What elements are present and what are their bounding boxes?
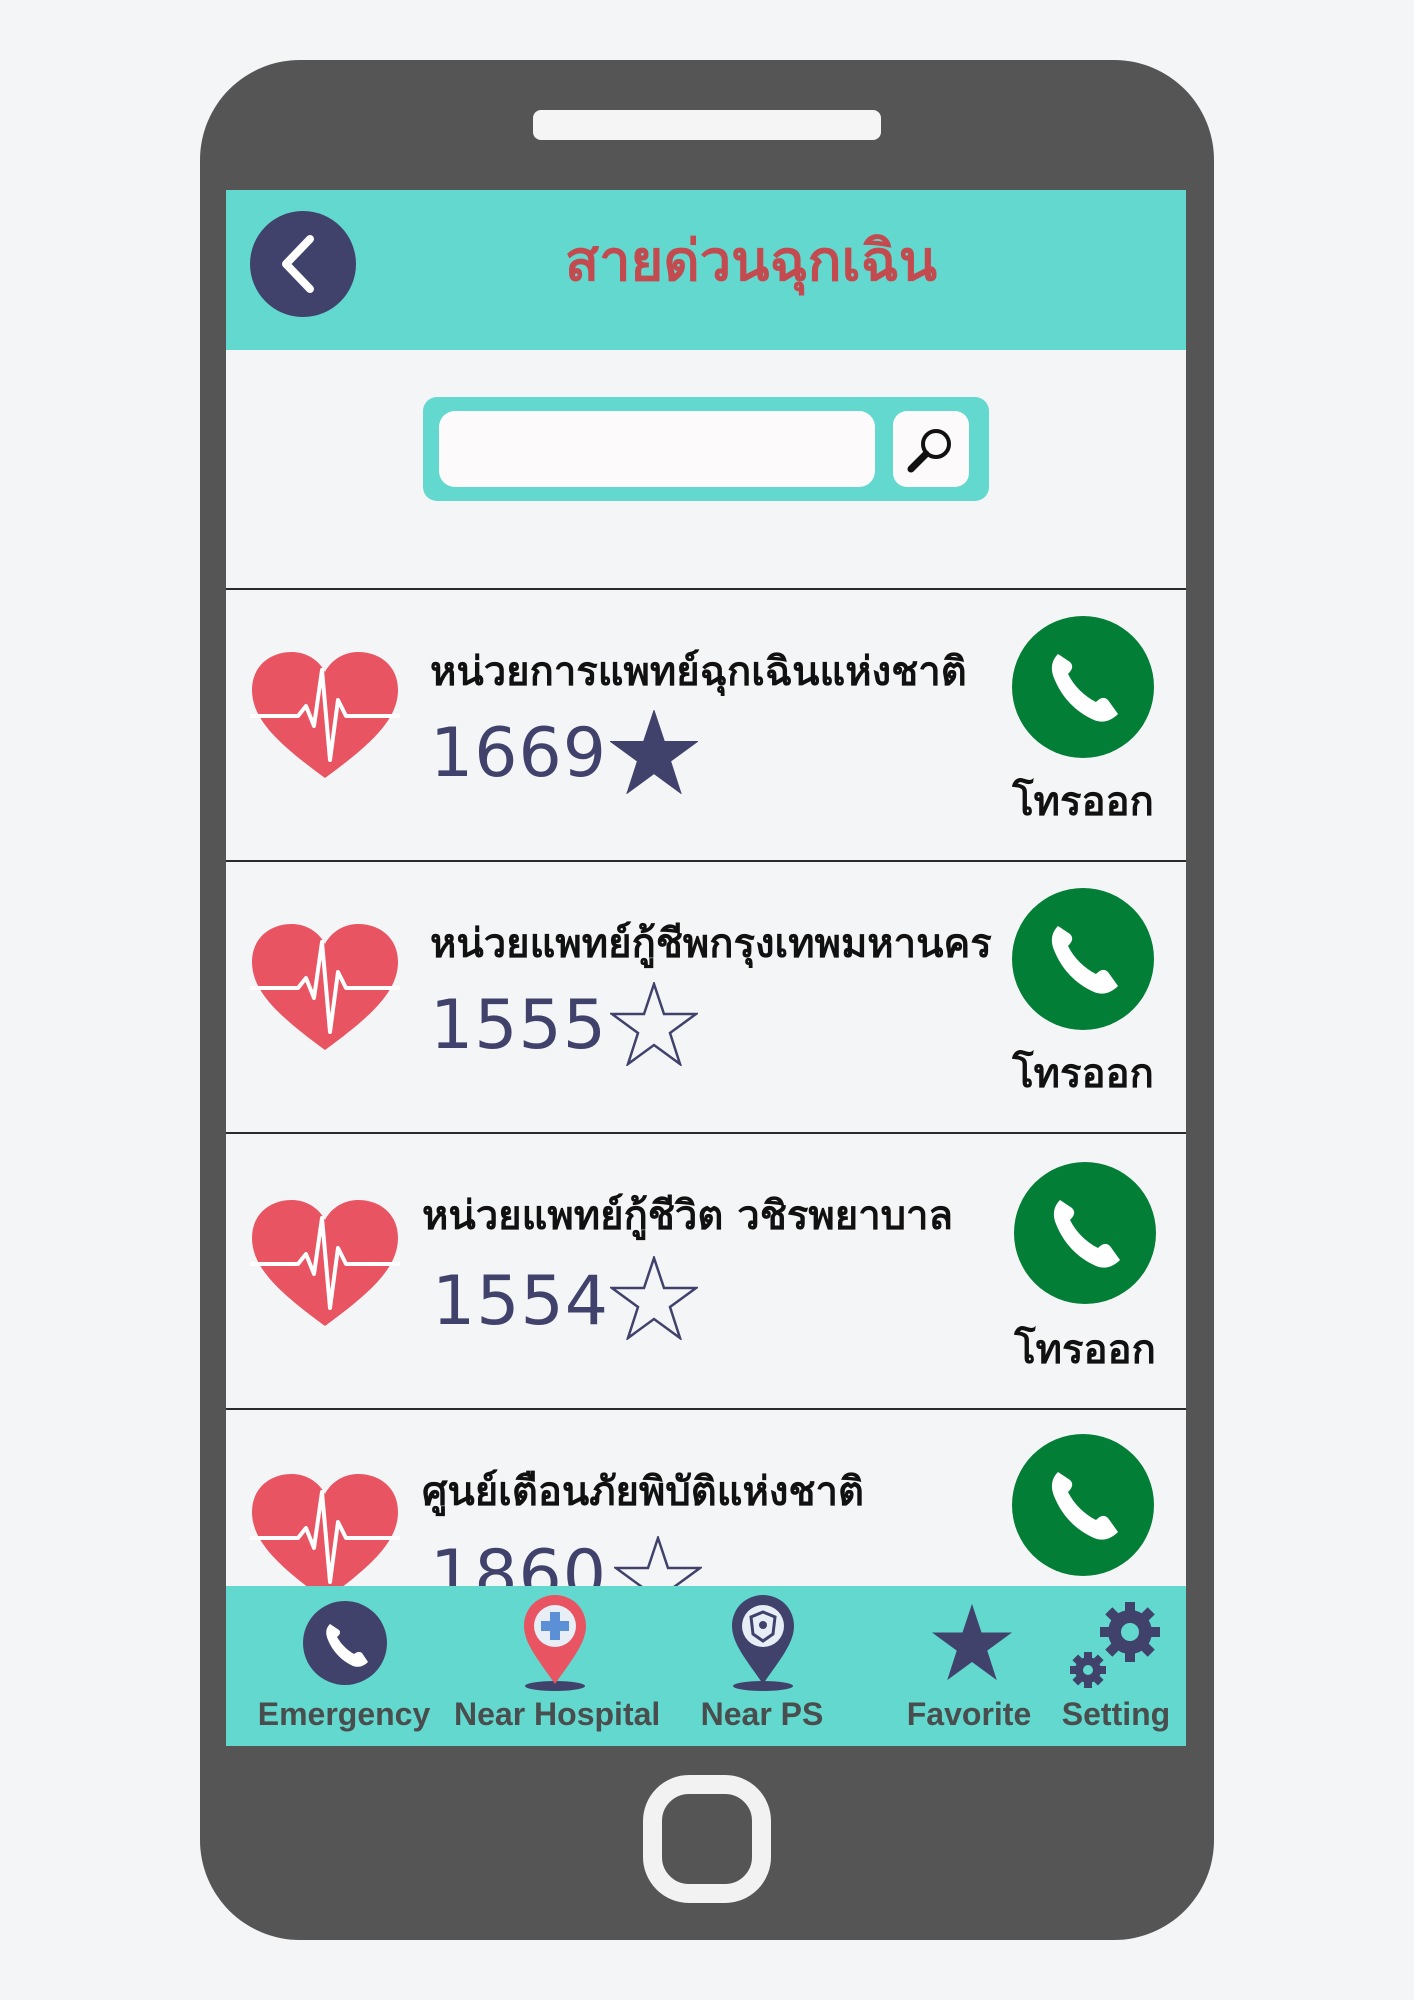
call-label: โทรออก (1012, 1051, 1154, 1097)
app-header: สายด่วนฉุกเฉิน (226, 190, 1186, 350)
hotline-number: 1669 (430, 714, 608, 793)
speaker-grille (533, 110, 881, 140)
hospital-pin-icon (524, 1595, 586, 1691)
nav-near-hospital[interactable]: Near Hospital (454, 1586, 661, 1746)
nav-label: Emergency (257, 1696, 431, 1732)
search-button[interactable] (893, 411, 969, 487)
call-label: โทรออก (1014, 1327, 1156, 1373)
phone-icon (1051, 926, 1118, 994)
call-button[interactable] (1012, 616, 1154, 758)
home-button[interactable] (643, 1775, 771, 1903)
heartbeat-icon (250, 924, 400, 1050)
nav-label: Near Hospital (454, 1696, 661, 1732)
heartbeat-icon (250, 652, 400, 778)
search-icon (907, 429, 951, 473)
call-button[interactable] (1014, 1162, 1156, 1304)
call-label: โทรออก (1012, 779, 1154, 825)
hotline-name: ศูนย์เตือนภัยพิบัติแห่งชาติ (422, 1469, 864, 1515)
star-icon (932, 1603, 1012, 1681)
hotline-row: หน่วยแพทย์กู้ชีพกรุงเทพมหานคร 1555 โทรออ… (226, 860, 1186, 1132)
favorite-star-filled-icon[interactable] (610, 710, 698, 794)
hotline-name: หน่วยการแพทย์ฉุกเฉินแห่งชาติ (430, 649, 967, 695)
favorite-star-outline-icon[interactable] (610, 1256, 698, 1340)
hotline-name: หน่วยแพทย์กู้ชีพกรุงเทพมหานคร (430, 921, 992, 967)
call-button[interactable] (1012, 1434, 1154, 1576)
search-input[interactable] (439, 411, 875, 487)
hotline-number: 1555 (430, 986, 608, 1065)
phone-icon (1051, 1472, 1118, 1540)
favorite-star-outline-icon[interactable] (610, 982, 698, 1066)
app-screen: สายด่วนฉุกเฉิน หน่วยการแพทย์ฉุกเฉินแห่งช… (226, 190, 1186, 1746)
nav-setting[interactable]: Setting (1046, 1586, 1186, 1746)
hotline-name: หน่วยแพทย์กู้ชีวิต วชิรพยาบาล (422, 1193, 954, 1239)
nav-label: Favorite (906, 1696, 1032, 1732)
nav-label: Setting (1061, 1696, 1171, 1732)
phone-icon (1053, 1200, 1120, 1268)
nav-label: Near PS (700, 1696, 824, 1732)
nav-favorite[interactable]: Favorite (874, 1586, 1064, 1746)
hotline-number: 1554 (432, 1262, 610, 1341)
page-title: สายด่วนฉุกเฉิน (564, 229, 938, 294)
hotline-row: หน่วยแพทย์กู้ชีวิต วชิรพยาบาล 1554 โทรออ… (226, 1132, 1186, 1408)
phone-icon (303, 1601, 387, 1685)
police-pin-icon (732, 1595, 794, 1691)
gear-icon (1070, 1602, 1160, 1688)
call-button[interactable] (1012, 888, 1154, 1030)
nav-near-ps[interactable]: Near PS (670, 1586, 854, 1746)
heartbeat-icon (250, 1474, 400, 1600)
heartbeat-icon (250, 1200, 400, 1326)
nav-emergency[interactable]: Emergency (246, 1586, 442, 1746)
search-bar (423, 397, 989, 501)
bottom-navigation: Emergency Near Hospital Near PS Favorite… (226, 1586, 1186, 1746)
hotline-row: หน่วยการแพทย์ฉุกเฉินแห่งชาติ 1669 โทรออก (226, 588, 1186, 860)
phone-icon (1051, 654, 1118, 722)
